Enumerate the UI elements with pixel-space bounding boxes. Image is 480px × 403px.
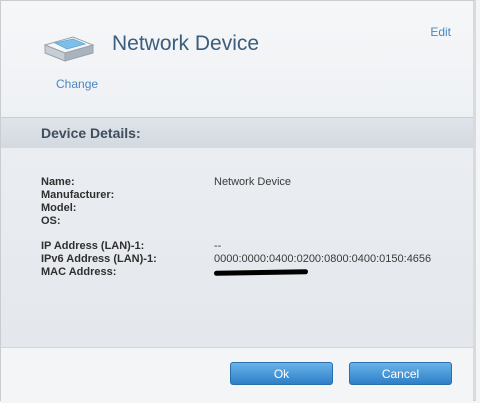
field-value-model — [214, 202, 431, 215]
cancel-button[interactable]: Cancel — [349, 362, 452, 385]
dialog-header: Network Device Edit Change — [1, 1, 473, 118]
field-label-ip: IP Address (LAN)-1: — [41, 240, 145, 252]
device-dialog: Network Device Edit Change Device Detail… — [0, 0, 476, 403]
redaction-mark — [213, 269, 309, 276]
field-value-name: Network Device — [214, 176, 292, 188]
change-icon-link[interactable]: Change — [56, 77, 98, 91]
field-value-os — [214, 215, 431, 228]
details-values: Network Device -- 0000:0000:0400:0200:08… — [213, 176, 432, 279]
field-value-mac — [213, 266, 431, 279]
field-label-ipv6: IPv6 Address (LAN)-1: — [41, 253, 157, 265]
network-device-icon — [41, 31, 97, 67]
field-label-name: Name: — [41, 176, 75, 188]
field-label-manufacturer: Manufacturer: — [41, 189, 115, 201]
field-value-ipv6: 0000:0000:0400:0200:0800:0400:0150:4656 — [214, 253, 432, 265]
details-panel: Name: Manufacturer: Model: OS: IP Addres… — [1, 148, 473, 347]
field-label-model: Model: — [41, 202, 77, 214]
ok-button[interactable]: Ok — [230, 362, 333, 385]
edit-link[interactable]: Edit — [430, 25, 451, 39]
field-label-os: OS: — [41, 215, 61, 227]
page-title: Network Device — [112, 32, 260, 55]
field-label-mac: MAC Address: — [41, 266, 117, 278]
section-title: Device Details: — [41, 125, 141, 141]
field-value-manufacturer — [214, 189, 431, 202]
details-labels: Name: Manufacturer: Model: OS: IP Addres… — [41, 176, 157, 279]
section-header: Device Details: — [1, 117, 473, 149]
field-value-ip: -- — [214, 240, 222, 252]
dialog-footer: Ok Cancel — [1, 347, 473, 403]
